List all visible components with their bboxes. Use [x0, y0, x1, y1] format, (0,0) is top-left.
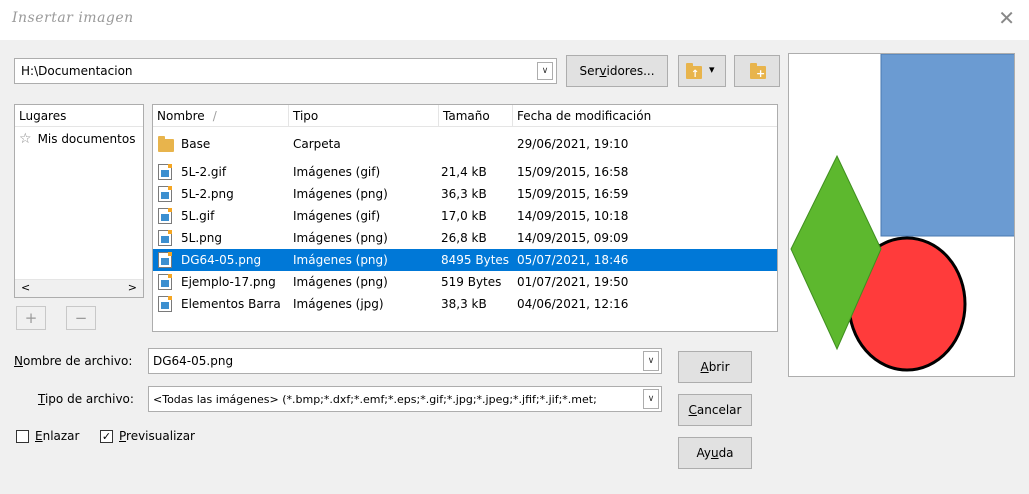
- image-file-icon: [158, 208, 174, 224]
- chevron-down-icon[interactable]: ∨: [643, 389, 659, 409]
- image-file-icon: [158, 164, 174, 180]
- file-name: 5L.png: [181, 231, 222, 245]
- file-row[interactable]: 5L.png Imágenes (png) 26,8 kB 14/09/2015…: [153, 227, 777, 249]
- cancel-button[interactable]: Cancelar: [678, 394, 752, 426]
- file-size: 8495 Bytes: [441, 253, 510, 267]
- image-file-icon: [158, 296, 174, 312]
- scroll-right-icon[interactable]: >: [128, 281, 137, 294]
- new-folder-button[interactable]: +: [734, 55, 780, 87]
- image-file-icon: [158, 252, 174, 268]
- file-date: 15/09/2015, 16:58: [517, 165, 629, 179]
- folder-up-icon: ↑: [686, 63, 702, 80]
- star-icon: ☆: [19, 131, 32, 147]
- file-size: 26,8 kB: [441, 231, 487, 245]
- file-row[interactable]: Elementos Barra Imágenes (jpg) 38,3 kB 0…: [153, 293, 777, 315]
- file-type: Imágenes (gif): [293, 209, 381, 223]
- image-preview: [788, 53, 1015, 377]
- file-size: 17,0 kB: [441, 209, 487, 223]
- servers-button[interactable]: Servidores...: [566, 55, 668, 87]
- title-bar: Insertar imagen ✕: [0, 0, 1029, 40]
- file-type: Imágenes (jpg): [293, 297, 384, 311]
- file-list-header: Nombre / Tipo Tamaño Fecha de modificació…: [153, 105, 777, 127]
- image-file-icon: [158, 186, 174, 202]
- folder-icon: [158, 136, 174, 152]
- filename-combobox[interactable]: DG64-05.png ∨: [148, 348, 662, 374]
- places-panel: Lugares ☆ Mis documentos < >: [14, 104, 144, 298]
- places-horizontal-scrollbar[interactable]: < >: [15, 279, 143, 297]
- file-size: 38,3 kB: [441, 297, 487, 311]
- filetype-value: <Todas las imágenes> (*.bmp;*.dxf;*.emf;…: [153, 393, 597, 406]
- filetype-combobox[interactable]: <Todas las imágenes> (*.bmp;*.dxf;*.emf;…: [148, 386, 662, 412]
- servers-label: Servidores...: [579, 64, 655, 78]
- close-icon[interactable]: ✕: [998, 8, 1015, 28]
- places-item-my-documents[interactable]: ☆ Mis documentos: [15, 127, 143, 149]
- link-label[interactable]: Enlazar: [35, 429, 79, 443]
- file-name: DG64-05.png: [181, 253, 262, 267]
- file-date: 05/07/2021, 18:46: [517, 253, 629, 267]
- window-title: Insertar imagen: [12, 10, 134, 26]
- column-date[interactable]: Fecha de modificación: [513, 105, 777, 127]
- file-date: 01/07/2021, 19:50: [517, 275, 629, 289]
- file-row[interactable]: Base Carpeta 29/06/2021, 19:10: [153, 133, 777, 155]
- file-row[interactable]: Ejemplo-17.png Imágenes (png) 519 Bytes …: [153, 271, 777, 293]
- remove-place-button[interactable]: −: [66, 306, 96, 330]
- file-type: Imágenes (png): [293, 253, 388, 267]
- filetype-label: Tipo de archivo:: [38, 392, 134, 406]
- places-header: Lugares: [15, 105, 143, 127]
- file-name: Base: [181, 137, 211, 151]
- filename-value: DG64-05.png: [153, 354, 234, 368]
- help-button[interactable]: Ayuda: [678, 437, 752, 469]
- file-name: Elementos Barra: [181, 297, 281, 311]
- file-date: 29/06/2021, 19:10: [517, 137, 629, 151]
- chevron-down-icon[interactable]: ∨: [537, 62, 553, 80]
- file-date: 15/09/2015, 16:59: [517, 187, 629, 201]
- filename-label: Nombre de archivo:: [14, 354, 133, 368]
- file-date: 14/09/2015, 10:18: [517, 209, 629, 223]
- file-row[interactable]: 5L.gif Imágenes (gif) 17,0 kB 14/09/2015…: [153, 205, 777, 227]
- file-size: 519 Bytes: [441, 275, 502, 289]
- column-size[interactable]: Tamaño: [439, 105, 513, 127]
- open-button[interactable]: Abrir: [678, 351, 752, 383]
- new-folder-icon: +: [750, 63, 766, 80]
- image-file-icon: [158, 230, 174, 246]
- file-row[interactable]: 5L-2.gif Imágenes (gif) 21,4 kB 15/09/20…: [153, 161, 777, 183]
- file-name: Ejemplo-17.png: [181, 275, 276, 289]
- path-value: H:\Documentacion: [21, 64, 133, 78]
- file-type: Imágenes (gif): [293, 165, 381, 179]
- sort-indicator-icon: /: [212, 109, 217, 123]
- file-type: Imágenes (png): [293, 187, 388, 201]
- preview-blue-square: [880, 54, 1014, 237]
- link-checkbox[interactable]: [16, 430, 29, 443]
- path-combobox[interactable]: H:\Documentacion ∨: [14, 58, 557, 84]
- file-type: Carpeta: [293, 137, 341, 151]
- file-row[interactable]: 5L-2.png Imágenes (png) 36,3 kB 15/09/20…: [153, 183, 777, 205]
- preview-image: [790, 54, 1014, 372]
- file-date: 14/09/2015, 09:09: [517, 231, 629, 245]
- image-file-icon: [158, 274, 174, 290]
- file-name: 5L-2.gif: [181, 165, 227, 179]
- file-row-selected[interactable]: DG64-05.png Imágenes (png) 8495 Bytes 05…: [153, 249, 777, 271]
- file-name: 5L-2.png: [181, 187, 234, 201]
- file-size: 21,4 kB: [441, 165, 487, 179]
- file-size: 36,3 kB: [441, 187, 487, 201]
- file-date: 04/06/2021, 12:16: [517, 297, 629, 311]
- column-type[interactable]: Tipo: [289, 105, 439, 127]
- file-type: Imágenes (png): [293, 275, 388, 289]
- up-level-dropdown-icon: ▾: [709, 63, 715, 76]
- column-name[interactable]: Nombre /: [153, 105, 289, 127]
- places-item-label: Mis documentos: [37, 132, 136, 146]
- preview-label[interactable]: Previsualizar: [119, 429, 195, 443]
- scroll-left-icon[interactable]: <: [21, 281, 30, 294]
- file-type: Imágenes (png): [293, 231, 388, 245]
- chevron-down-icon[interactable]: ∨: [643, 351, 659, 371]
- add-place-button[interactable]: +: [16, 306, 46, 330]
- up-level-button[interactable]: ↑ ▾: [678, 55, 726, 87]
- file-name: 5L.gif: [181, 209, 215, 223]
- file-list[interactable]: Nombre / Tipo Tamaño Fecha de modificació…: [152, 104, 778, 332]
- preview-checkbox[interactable]: ✓: [100, 430, 113, 443]
